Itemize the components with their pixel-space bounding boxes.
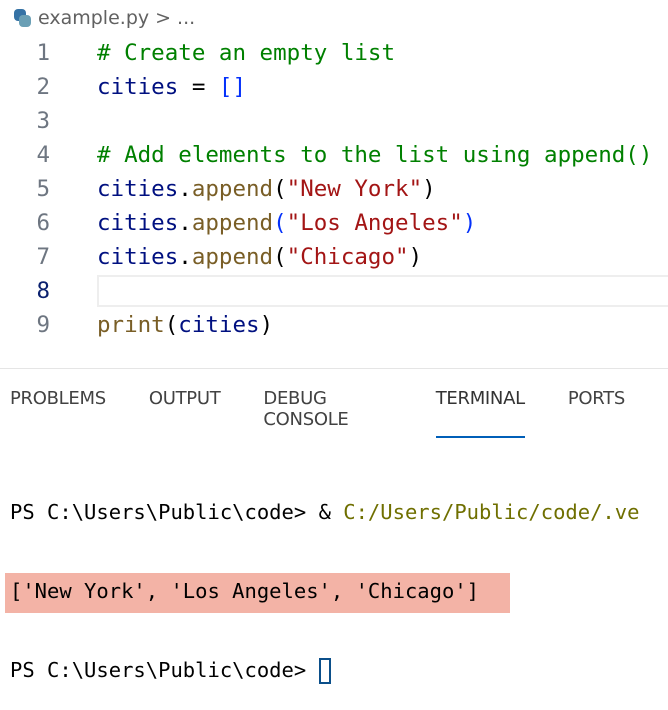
code-line[interactable]: 1 # Create an empty list [0,36,668,70]
line-number: 6 [36,210,50,236]
tab-debug-console[interactable]: DEBUG CONSOLE [263,388,392,438]
terminal-line: PS C:\Users\Public\code> & C:/Users/Publ… [10,497,639,528]
panel-divider [0,368,668,369]
python-icon [12,8,32,28]
code-token: cities [178,312,260,338]
terminal-output: ['New York', 'Los Angeles', 'Chicago'] [10,579,479,603]
terminal-command-amp: & [318,500,344,524]
code-line[interactable]: 5 cities.append("New York") [0,172,668,206]
code-token: ) [408,244,423,270]
code-line[interactable]: 8 [0,274,668,308]
code-line[interactable]: 4 # Add elements to the list using append… [0,138,668,172]
code-token: ( [273,176,287,202]
line-number: 1 [36,40,50,66]
code-token: ) [259,312,274,338]
terminal-prompt: PS C:\Users\Public\code> [10,500,319,524]
line-number: 9 [36,312,50,338]
terminal-line: PS C:\Users\Public\code> [10,655,639,686]
code-token: cities [97,176,179,202]
code-line[interactable]: 2 cities = [] [0,70,668,104]
code-token: . [178,244,192,270]
code-text: cities = [] [97,70,246,104]
terminal-command-path: C:/Users/Public/code/.ve [343,500,640,524]
code-token: [] [218,74,247,100]
code-token: = [178,74,219,100]
code-token: ) [462,210,477,236]
code-line[interactable]: 7 cities.append("Chicago") [0,240,668,274]
code-token: cities [97,244,179,270]
code-token: ( [273,210,287,236]
code-token: ) [422,176,436,202]
code-text: cities.append("New York") [97,172,436,206]
code-token: ( [164,312,179,338]
code-token: # Create an empty list [97,40,396,66]
code-text: # Add elements to the list using append(… [97,138,652,172]
line-number: 4 [36,142,50,168]
code-token: "New York" [286,176,423,202]
terminal-output-line: ['New York', 'Los Angeles', 'Chicago'] [5,573,639,613]
code-text: cities.append("Chicago") [97,240,422,274]
line-number: 8 [36,278,50,304]
code-text: cities.append("Los Angeles") [97,206,476,240]
line-number: 2 [36,74,50,100]
code-token: append [191,210,274,236]
terminal[interactable]: PS C:\Users\Public\code> & C:/Users/Publ… [5,449,639,710]
breadcrumb-file[interactable]: example.py [38,7,149,29]
code-token: append [191,244,274,270]
code-token: ( [273,244,287,270]
chevron-right-icon: > [155,7,172,29]
breadcrumb: example.py > ... [12,4,195,32]
code-token: cities [97,74,179,100]
code-editor[interactable]: 1 # Create an empty list 2 cities = [] 3 4 # A… [0,36,668,342]
tab-terminal[interactable]: TERMINAL [435,388,525,438]
terminal-cursor [318,658,331,684]
code-token: "Chicago" [286,244,409,270]
line-number: 7 [36,244,50,270]
code-token: # Add elements to the list using append(… [97,142,653,168]
breadcrumb-more[interactable]: ... [177,7,195,29]
code-token: print [97,312,165,338]
code-text: print(cities) [97,308,273,342]
tab-problems[interactable]: PROBLEMS [10,388,106,438]
panel-tabs: PROBLEMS OUTPUT DEBUG CONSOLE TERMINAL PORTS [10,388,668,438]
code-text: # Create an empty list [97,36,395,70]
code-token: append [191,176,274,202]
tab-ports[interactable]: PORTS [568,388,625,438]
code-token: "Los Angeles" [286,210,463,236]
code-token: . [178,176,192,202]
line-number: 3 [36,108,50,134]
code-token: cities [97,210,179,236]
code-token: . [178,210,192,236]
line-number: 5 [36,176,50,202]
terminal-prompt: PS C:\Users\Public\code> [10,658,319,682]
code-line[interactable]: 6 cities.append("Los Angeles") [0,206,668,240]
code-line[interactable]: 3 [0,104,668,138]
code-line[interactable]: 9 print(cities) [0,308,668,342]
tab-output[interactable]: OUTPUT [149,388,221,438]
